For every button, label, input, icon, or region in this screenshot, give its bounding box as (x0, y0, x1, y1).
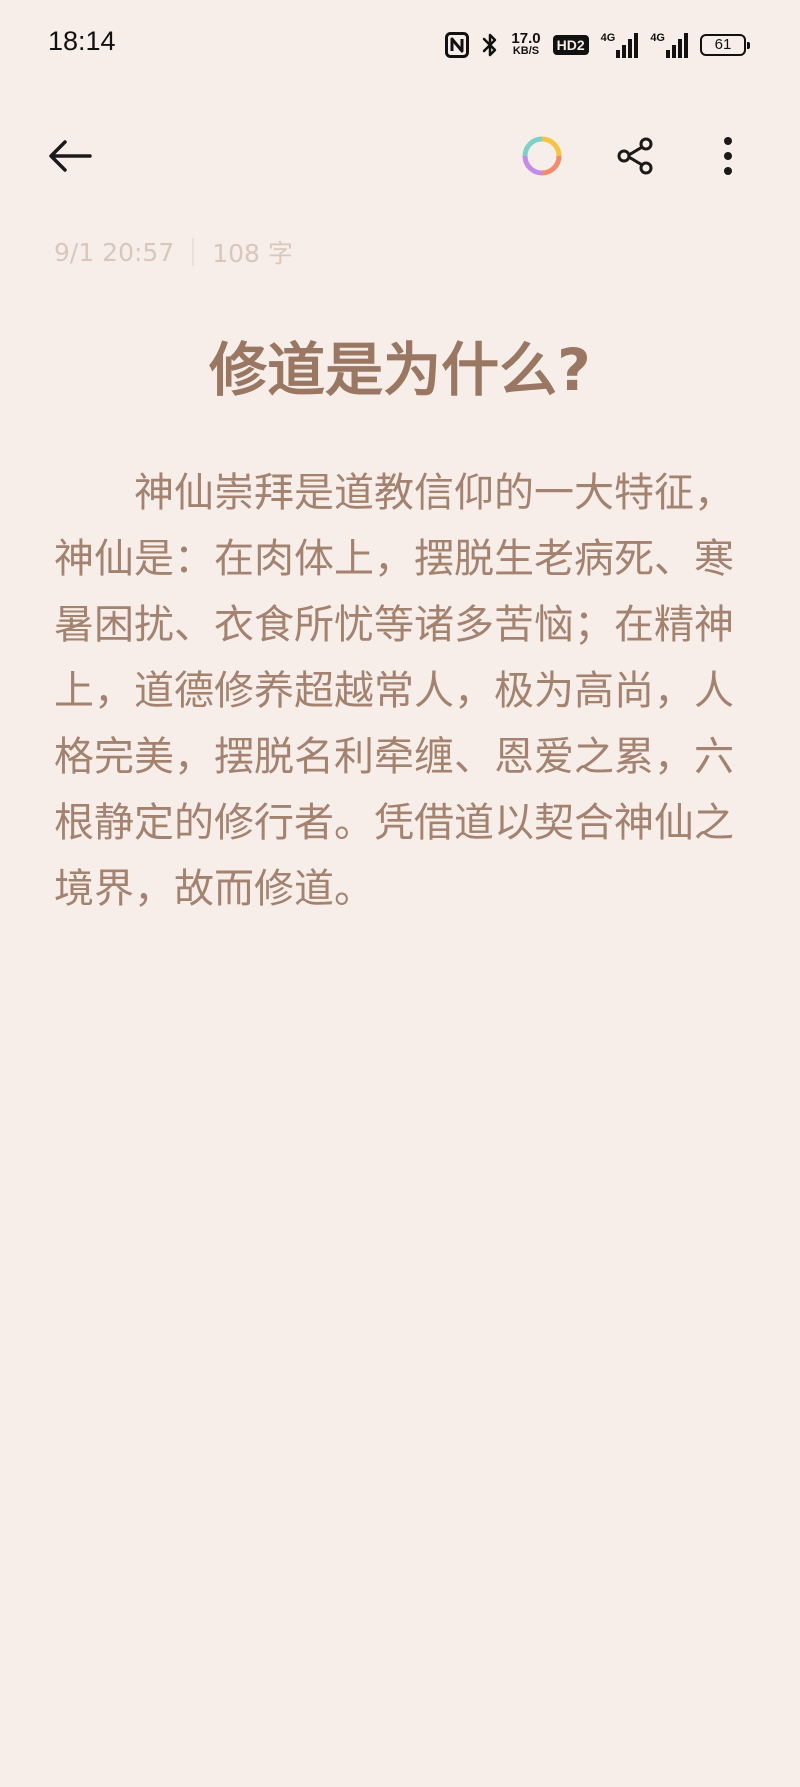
network-speed-unit: KB/S (512, 45, 540, 57)
share-icon (617, 137, 653, 175)
meta-divider (192, 238, 195, 266)
sim2-signal: 4G (650, 32, 688, 58)
sim1-network-label: 4G (600, 32, 616, 44)
signal-icon (616, 33, 639, 58)
sim2-network-label: 4G (650, 32, 665, 44)
note-title[interactable]: 修道是为什么? (54, 330, 746, 410)
color-theme-button[interactable] (512, 126, 572, 186)
hd-voice-badge: HD2 (552, 35, 589, 55)
status-icons: 17.0 KB/S HD2 4G 4G 61 (445, 28, 750, 62)
network-speed-value: 17.0 (511, 30, 541, 47)
bluetooth-icon (483, 33, 497, 57)
color-ring-icon (522, 136, 562, 176)
status-bar: 18:14 17.0 KB/S HD2 4G 4G 61 (0, 0, 800, 92)
note-body[interactable]: 神仙崇拜是道教信仰的一大特征，神仙是：在肉体上，摆脱生老病死、寒暑困扰、衣食所忧… (54, 460, 746, 922)
note-word-count: 108 字 (212, 239, 293, 268)
signal-icon (666, 33, 688, 58)
status-time: 18:14 (48, 26, 116, 56)
note-date: 9/1 20:57 (54, 237, 175, 267)
battery-icon: 61 (700, 34, 750, 56)
nfc-icon (445, 32, 470, 58)
note-meta: 9/1 20:57 108 字 (54, 234, 293, 270)
arrow-left-icon (49, 140, 92, 172)
more-options-button[interactable] (698, 126, 758, 186)
battery-level: 61 (714, 36, 732, 53)
sim1-signal: 4G (601, 32, 639, 58)
share-button[interactable] (605, 126, 665, 186)
more-vertical-icon (724, 137, 732, 175)
network-speed: 17.0 KB/S (511, 30, 541, 57)
back-button[interactable] (40, 126, 100, 186)
